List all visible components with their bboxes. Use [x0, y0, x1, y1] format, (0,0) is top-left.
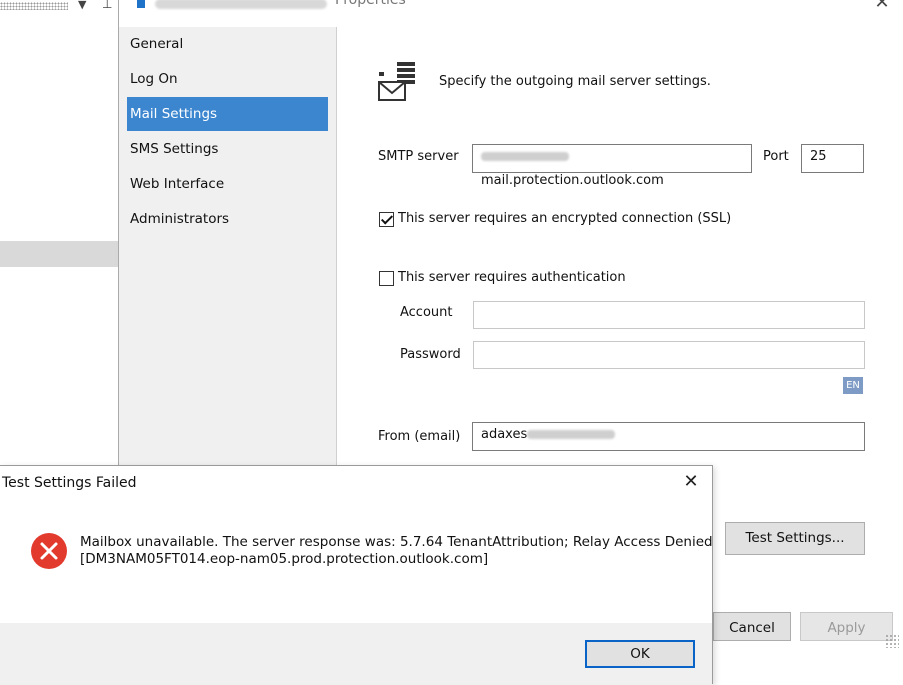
pin-icon[interactable]: ⊥ — [102, 0, 112, 11]
from-email-value: adaxes — [481, 427, 528, 442]
apply-button[interactable]: Apply — [800, 612, 893, 641]
window-close-icon[interactable]: ✕ — [871, 0, 893, 13]
from-email-redacted — [527, 430, 616, 439]
window-app-icon — [137, 0, 145, 8]
mail-server-icon — [378, 62, 415, 101]
dialog-message-line-2: [DM3NAM05FT014.eop-nam05.prod.protection… — [80, 551, 489, 567]
input-language-badge: EN — [843, 377, 863, 394]
nav-item-sms-settings[interactable]: SMS Settings — [127, 132, 328, 166]
cancel-button[interactable]: Cancel — [713, 612, 791, 641]
test-settings-failed-dialog: Test Settings Failed ✕ Mailbox unavailab… — [0, 465, 713, 685]
account-label: Account — [400, 305, 453, 320]
window-title-redacted — [155, 0, 327, 9]
dialog-message-line-1: Mailbox unavailable. The server response… — [80, 534, 713, 550]
account-input[interactable] — [473, 301, 865, 329]
nav-item-mail-settings[interactable]: Mail Settings — [127, 97, 328, 131]
smtp-redacted — [481, 152, 569, 161]
ok-button[interactable]: OK — [585, 640, 695, 668]
password-label: Password — [400, 347, 461, 362]
dialog-footer: OK — [0, 623, 712, 685]
port-label: Port — [763, 149, 789, 164]
nav-item-general[interactable]: General — [127, 27, 328, 61]
auth-checkbox-label[interactable]: This server requires authentication — [398, 270, 626, 285]
nav-item-log-on[interactable]: Log On — [127, 62, 328, 96]
mail-settings-heading: Specify the outgoing mail server setting… — [439, 74, 711, 89]
background-toolbar-grip — [0, 2, 68, 10]
from-email-input[interactable]: adaxes — [472, 422, 865, 451]
ssl-checkbox-label[interactable]: This server requires an encrypted connec… — [398, 211, 731, 226]
test-settings-button[interactable]: Test Settings... — [725, 522, 865, 555]
nav-item-web-interface[interactable]: Web Interface — [127, 167, 328, 201]
nav-item-administrators[interactable]: Administrators — [127, 202, 328, 236]
smtp-server-value: mail.protection.outlook.com — [481, 173, 664, 188]
dropdown-arrow-icon[interactable]: ▼ — [78, 0, 86, 11]
auth-checkbox[interactable] — [379, 271, 394, 286]
smtp-server-label: SMTP server — [378, 149, 459, 164]
smtp-server-input[interactable]: mail.protection.outlook.com — [472, 144, 752, 188]
password-input[interactable] — [473, 341, 865, 369]
error-icon — [31, 533, 67, 569]
dialog-message: Mailbox unavailable. The server response… — [80, 534, 713, 568]
dialog-close-icon[interactable]: ✕ — [680, 471, 702, 492]
background-selected-row[interactable] — [0, 241, 120, 267]
dialog-title: Test Settings Failed — [2, 475, 137, 491]
from-email-label: From (email) — [378, 429, 461, 444]
window-title: Properties — [335, 0, 406, 8]
port-input[interactable]: 25 — [801, 144, 864, 173]
resize-grip-icon[interactable] — [885, 634, 899, 648]
ssl-checkbox[interactable] — [379, 212, 394, 227]
